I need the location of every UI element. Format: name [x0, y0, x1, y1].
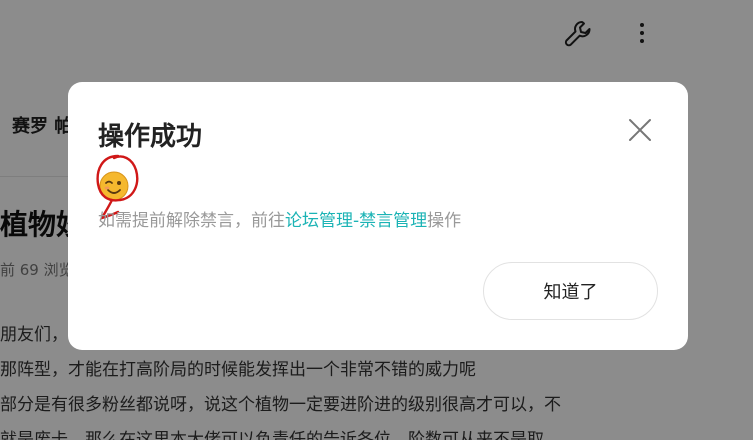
dialog-title: 操作成功 — [98, 122, 203, 152]
description-suffix: 操作 — [427, 211, 462, 231]
wink-emoji-icon — [99, 171, 129, 201]
close-icon[interactable] — [626, 116, 654, 144]
forum-mute-management-link[interactable]: 论坛管理-禁言管理 — [285, 211, 427, 231]
success-dialog: 操作成功 如需提前解除禁言，前往论坛管理-禁言管理操作 知道了 — [68, 82, 688, 350]
confirm-button[interactable]: 知道了 — [483, 262, 658, 320]
dialog-description: 如需提前解除禁言，前往论坛管理-禁言管理操作 — [98, 206, 461, 231]
description-prefix: 如需提前解除禁言，前往 — [98, 211, 285, 231]
